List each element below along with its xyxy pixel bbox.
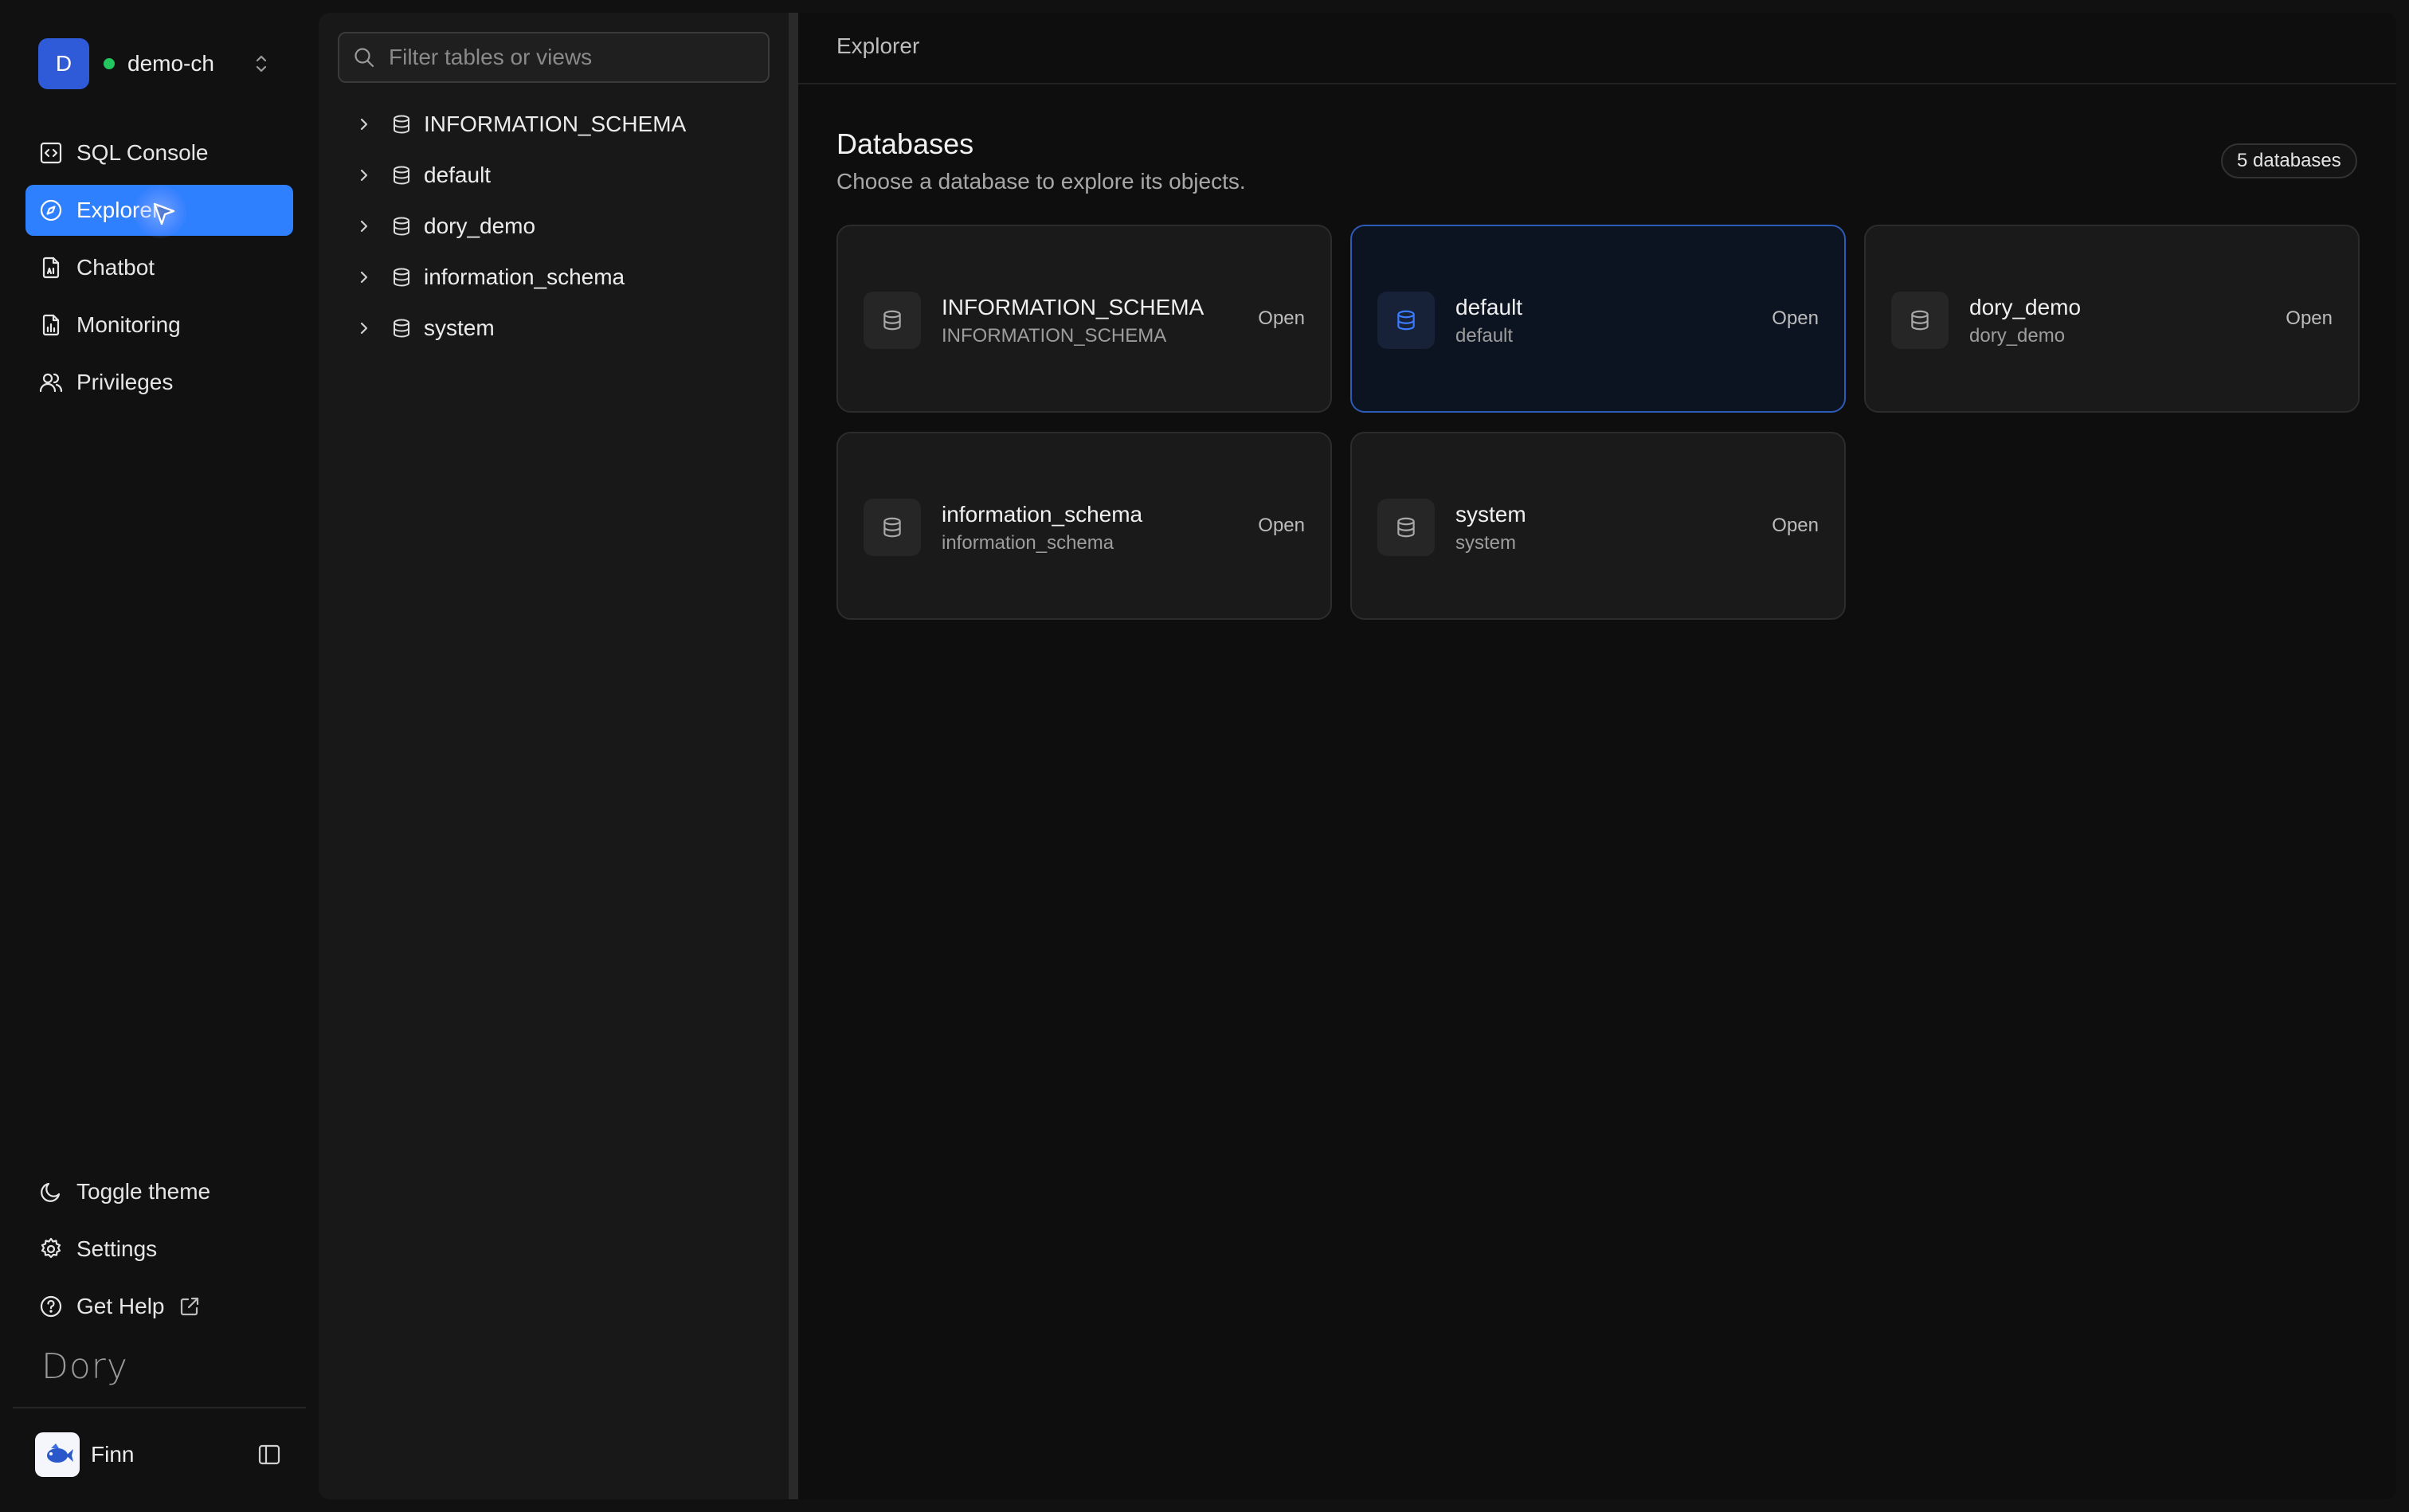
settings-button[interactable]: Settings [25, 1224, 293, 1275]
card-subtitle: INFORMATION_SCHEMA [942, 325, 1167, 347]
nav-divider [13, 1407, 306, 1408]
nav-item-label: Monitoring [76, 312, 181, 337]
database-icon [864, 499, 921, 556]
tree-item-information-schema-upper[interactable]: INFORMATION_SCHEMA [338, 102, 770, 147]
card-subtitle: information_schema [942, 532, 1114, 554]
nav-item-label: Toggle theme [76, 1179, 211, 1204]
chevron-right-icon[interactable] [354, 114, 374, 135]
nav-item-monitoring[interactable]: Monitoring [25, 300, 293, 351]
tree-item-default[interactable]: default [338, 153, 770, 198]
user-avatar [35, 1432, 80, 1477]
card-title: default [1455, 295, 1523, 319]
nav-item-label: SQL Console [76, 140, 209, 165]
database-card-information-schema-upper[interactable]: INFORMATION_SCHEMA INFORMATION_SCHEMA Op… [836, 225, 1332, 413]
card-title: INFORMATION_SCHEMA [942, 295, 1204, 319]
open-button[interactable]: Open [1258, 515, 1305, 537]
header-divider [798, 83, 2396, 84]
database-card-information-schema[interactable]: information_schema information_schema Op… [836, 432, 1332, 620]
page-title: Databases [836, 127, 974, 160]
brand-logo: Dory [41, 1346, 128, 1387]
get-help-link[interactable]: Get Help [25, 1281, 293, 1332]
tree-item-label: dory_demo [424, 213, 536, 238]
filter-box [338, 32, 770, 83]
database-icon [390, 164, 413, 186]
tree-item-label: INFORMATION_SCHEMA [424, 112, 687, 136]
card-title: system [1455, 502, 1526, 527]
moon-icon [38, 1179, 64, 1205]
sidebar-toggle-icon[interactable] [257, 1442, 282, 1467]
chevron-updown-icon [256, 55, 267, 72]
database-icon [1377, 292, 1435, 349]
tree-item-label: system [424, 315, 495, 340]
user-profile[interactable]: Finn [35, 1432, 134, 1477]
connection-status-dot [104, 58, 115, 69]
compass-icon [38, 198, 64, 223]
toggle-theme-button[interactable]: Toggle theme [25, 1166, 293, 1217]
workspace-avatar: D [38, 38, 89, 89]
workspace-name: demo-ch [127, 51, 214, 76]
chevron-right-icon[interactable] [354, 165, 374, 186]
tree-item-label: default [424, 163, 492, 187]
database-icon [1377, 499, 1435, 556]
tree-item-dory-demo[interactable]: dory_demo [338, 204, 770, 249]
mouse-pointer-icon [153, 202, 175, 225]
database-icon [864, 292, 921, 349]
database-icon [390, 215, 413, 237]
database-card-system[interactable]: system system Open [1350, 432, 1846, 620]
app-root: D demo-ch SQL Console Explorer Chatbot M… [0, 0, 2409, 1512]
users-icon [38, 370, 64, 395]
database-card-dory-demo[interactable]: dory_demo dory_demo Open [1864, 225, 2360, 413]
card-title: information_schema [942, 502, 1143, 527]
nav-sidebar: D demo-ch SQL Console Explorer Chatbot M… [0, 0, 317, 1512]
nav-item-label: Get Help [76, 1294, 165, 1318]
breadcrumb: Explorer [836, 33, 920, 58]
chevron-right-icon[interactable] [354, 267, 374, 288]
database-icon [1891, 292, 1949, 349]
card-subtitle: default [1455, 325, 1514, 347]
external-link-icon [180, 1297, 198, 1316]
nav-item-privileges[interactable]: Privileges [25, 357, 293, 408]
workspace-switcher[interactable]: D demo-ch [38, 38, 285, 89]
object-tree-panel: INFORMATION_SCHEMA default dory_demo inf… [319, 13, 789, 1499]
nav-item-chatbot[interactable]: Chatbot [25, 242, 293, 293]
main-content: Explorer Databases Choose a database to … [798, 13, 2396, 1499]
gear-icon [38, 1236, 64, 1262]
chevron-right-icon[interactable] [354, 318, 374, 339]
search-icon [352, 45, 376, 69]
chevron-right-icon[interactable] [354, 216, 374, 237]
open-button[interactable]: Open [2286, 307, 2333, 330]
fish-avatar-icon [47, 1443, 73, 1463]
database-card-default[interactable]: default default Open [1350, 225, 1846, 413]
filter-tables-input[interactable] [389, 45, 755, 70]
card-title: dory_demo [1969, 295, 2082, 319]
code-square-icon [38, 140, 64, 166]
nav-item-label: Settings [76, 1236, 158, 1261]
card-subtitle: dory_demo [1969, 325, 2066, 347]
tree-item-system[interactable]: system [338, 306, 770, 351]
open-button[interactable]: Open [1772, 307, 1819, 330]
panel-resize-handle[interactable] [789, 13, 798, 1499]
database-icon [390, 266, 413, 288]
tree-item-information-schema[interactable]: information_schema [338, 255, 770, 300]
page-subtitle: Choose a database to explore its objects… [836, 169, 1246, 194]
nav-item-sql-console[interactable]: SQL Console [25, 127, 293, 178]
nav-item-label: Privileges [76, 370, 174, 394]
user-name: Finn [91, 1442, 135, 1467]
card-subtitle: system [1455, 532, 1517, 554]
database-count-badge: 5 databases [2221, 143, 2357, 178]
chart-file-icon [38, 312, 64, 338]
nav-item-label: Chatbot [76, 255, 155, 280]
database-icon [390, 113, 413, 135]
ai-document-icon [38, 255, 64, 280]
open-button[interactable]: Open [1258, 307, 1305, 330]
open-button[interactable]: Open [1772, 515, 1819, 537]
tree-item-label: information_schema [424, 264, 625, 289]
database-icon [390, 317, 413, 339]
help-circle-icon [38, 1294, 64, 1319]
